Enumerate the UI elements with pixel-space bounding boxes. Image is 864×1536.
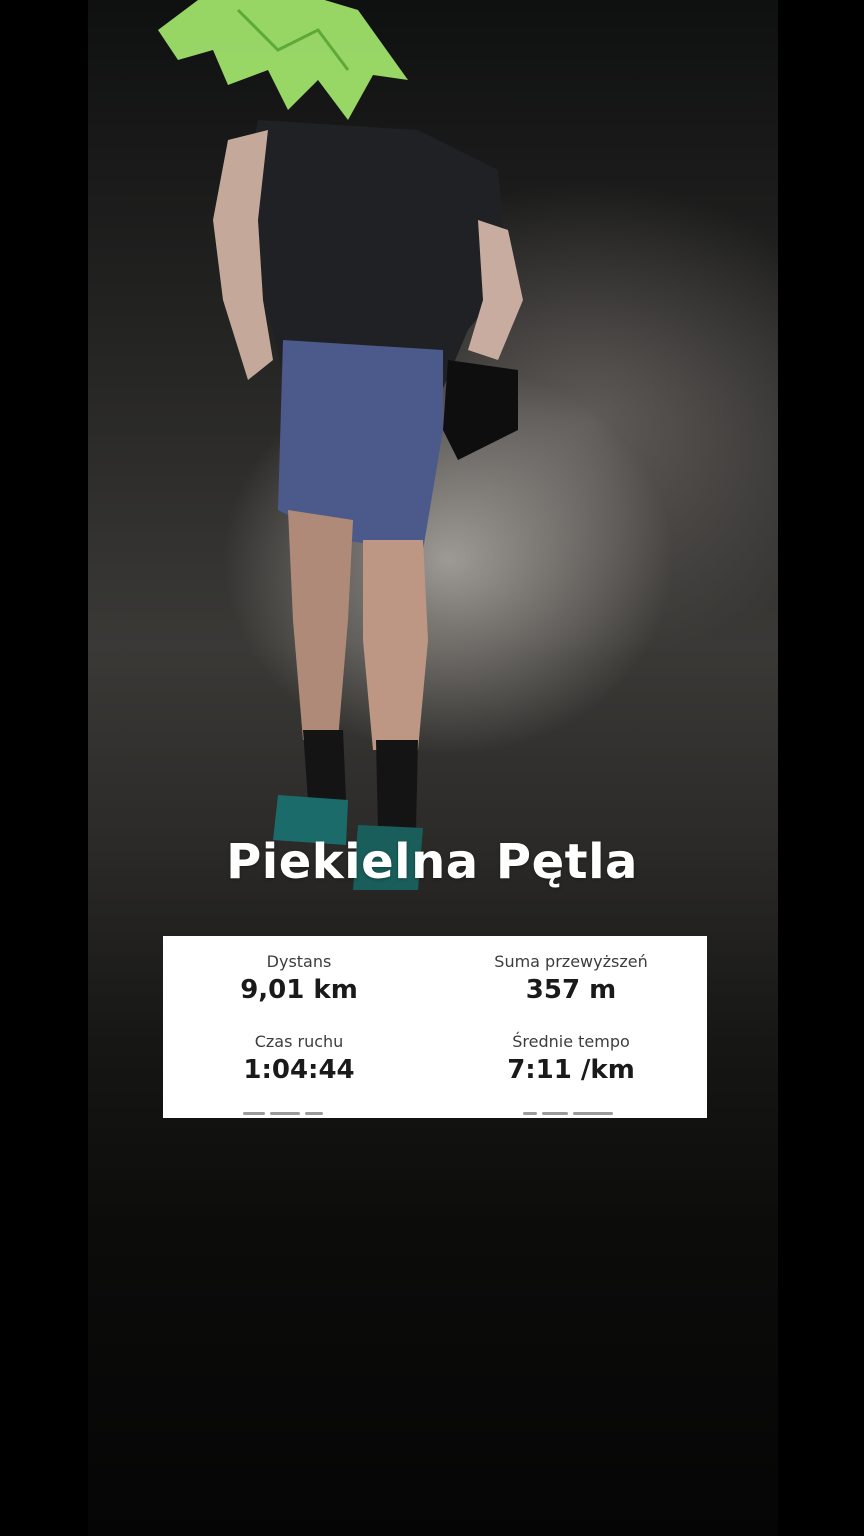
- stat-value: 1:04:44: [243, 1055, 355, 1085]
- stat-label: Dystans: [266, 952, 332, 971]
- stat-label: Czas ruchu: [254, 1032, 344, 1051]
- cropped-label-fragment: [243, 1112, 343, 1118]
- stat-value: 7:11 /km: [507, 1055, 635, 1085]
- stat-average-pace: Średnie tempo 7:11 /km: [435, 1032, 707, 1086]
- stat-distance: Dystans 9,01 km: [163, 952, 435, 1006]
- activity-title: Piekielna Pętla: [226, 834, 638, 890]
- stat-elevation-gain: Suma przewyższeń 357 m: [435, 952, 707, 1006]
- cropped-label-fragment: [523, 1112, 623, 1118]
- stats-card: Dystans 9,01 km Suma przewyższeń 357 m C…: [163, 936, 707, 1118]
- stat-moving-time: Czas ruchu 1:04:44: [163, 1032, 435, 1086]
- stat-label: Suma przewyższeń: [494, 952, 648, 971]
- stat-value: 9,01 km: [240, 975, 358, 1005]
- photo-background: [88, 0, 778, 1536]
- stat-value: 357 m: [525, 975, 617, 1005]
- runner-figure: [213, 120, 523, 890]
- stat-label: Średnie tempo: [512, 1032, 630, 1051]
